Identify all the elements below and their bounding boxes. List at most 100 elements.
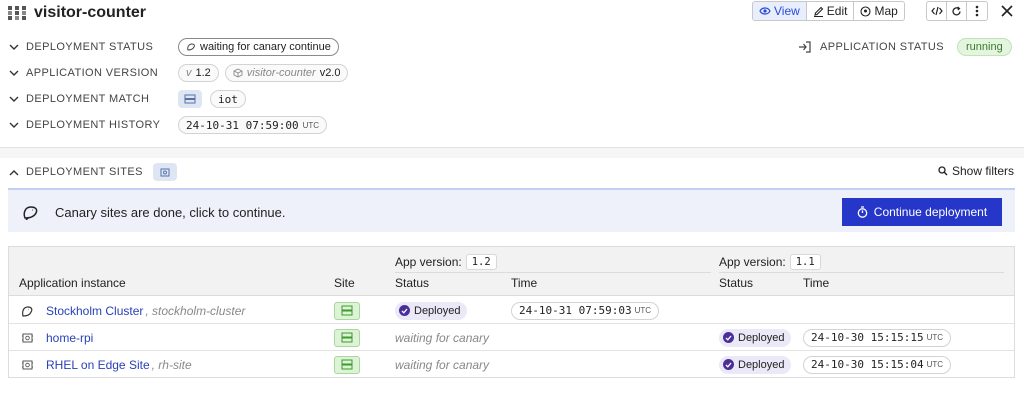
status-badge: Deployed — [395, 301, 468, 320]
server-icon[interactable] — [334, 355, 360, 374]
version-group-value: 1.1 — [789, 254, 821, 270]
canary-bird-icon — [187, 43, 195, 51]
instance-link[interactable]: home-rpi — [46, 331, 93, 345]
column-header-instance[interactable]: Application instance — [19, 276, 126, 290]
close-icon — [1001, 5, 1013, 17]
header-rule — [395, 272, 711, 273]
deployment-history-row: DEPLOYMENT HISTORY 24-10-31 07:59:00 UTC — [8, 115, 328, 135]
deployment-status-label: DEPLOYMENT STATUS — [26, 41, 154, 53]
package-icon — [233, 68, 243, 78]
column-header-status[interactable]: Status — [719, 276, 753, 290]
table-header: App version: 1.2 App version: 1.1 Applic… — [9, 247, 1014, 296]
timestamp-value: 24-10-30 15:15:15 — [811, 331, 924, 344]
application-status-label: APPLICATION STATUS — [820, 41, 944, 53]
continue-deployment-label: Continue deployment — [873, 205, 988, 219]
timestamp-tz: UTC — [926, 333, 944, 342]
column-header-site[interactable]: Site — [334, 276, 355, 290]
tab-map[interactable]: Map — [854, 2, 903, 20]
timestamp: 24-10-30 15:15:15 UTC — [803, 328, 952, 347]
tab-edit[interactable]: Edit — [807, 2, 855, 20]
instance-cell: Stockholm Cluster, stockholm-cluster — [19, 297, 245, 324]
application-status-badge: running — [957, 38, 1012, 56]
chevron-down-icon[interactable] — [8, 67, 20, 79]
header-rule — [719, 272, 1004, 273]
pencil-icon — [813, 6, 824, 17]
device-icon — [19, 358, 35, 372]
instance-link[interactable]: RHEL on Edge Site — [46, 358, 150, 372]
continue-deployment-button[interactable]: Continue deployment — [842, 198, 1002, 226]
chevron-down-icon[interactable] — [8, 41, 20, 53]
history-tz: UTC — [302, 120, 320, 130]
timestamp: 24-10-31 07:59:03 UTC — [511, 301, 660, 320]
canary-bird-icon — [19, 304, 35, 318]
section-band — [0, 148, 1024, 158]
server-icon[interactable] — [334, 328, 360, 347]
deployment-match-row: DEPLOYMENT MATCH iot — [8, 89, 246, 109]
view-mode-tabs: View Edit Map — [752, 1, 905, 21]
device-icon — [152, 163, 177, 181]
version-group-header: App version: 1.1 — [719, 254, 821, 270]
status-cell: waiting for canary — [395, 324, 489, 351]
deployment-sites-table: App version: 1.2 App version: 1.1 Applic… — [8, 246, 1015, 378]
application-status-row: APPLICATION STATUS running — [798, 37, 1012, 57]
chevron-up-icon[interactable] — [8, 166, 20, 178]
map-pin-icon — [860, 5, 872, 17]
app-logo-icon — [8, 6, 26, 20]
column-header-time[interactable]: Time — [511, 276, 537, 290]
code-icon — [930, 6, 943, 16]
deployment-status-badge: waiting for canary continue — [178, 38, 339, 56]
check-circle-icon — [399, 305, 410, 316]
close-button[interactable] — [998, 2, 1016, 20]
instance-cell: RHEL on Edge Site, rh-site — [19, 351, 192, 378]
match-tag: iot — [210, 90, 246, 108]
table-row: home-rpi waiting for canary Deployed 24-… — [9, 324, 1014, 351]
device-icon — [19, 331, 35, 345]
status-badge: Deployed — [719, 355, 792, 374]
header-actions — [926, 1, 988, 21]
version-group-value: 1.2 — [465, 254, 497, 270]
deployment-status-value: waiting for canary continue — [200, 41, 331, 53]
deployment-status-row: DEPLOYMENT STATUS waiting for canary con… — [8, 37, 339, 57]
version-group-label: App version: — [395, 255, 462, 269]
tab-view-label: View — [774, 4, 800, 18]
status-text: Deployed — [738, 331, 785, 344]
deployment-match-label: DEPLOYMENT MATCH — [26, 93, 150, 105]
deployment-sites-label: DEPLOYMENT SITES — [26, 166, 143, 178]
page-title: visitor-counter — [34, 4, 147, 21]
tab-view[interactable]: View — [753, 2, 807, 20]
more-button[interactable] — [967, 2, 987, 20]
code-button[interactable] — [927, 2, 947, 20]
table-row: RHEL on Edge Site, rh-site waiting for c… — [9, 351, 1014, 378]
chevron-down-icon[interactable] — [8, 119, 20, 131]
application-version-row: APPLICATION VERSION v 1.2 visitor-counte… — [8, 63, 349, 83]
server-icon — [178, 90, 202, 108]
tab-map-label: Map — [874, 4, 898, 18]
instance-slug: , rh-site — [151, 357, 192, 372]
time-cell: 24-10-30 15:15:04 UTC — [803, 351, 952, 378]
server-icon[interactable] — [334, 301, 360, 320]
chevron-down-icon[interactable] — [8, 93, 20, 105]
page-header: visitor-counter View Edit Map — [0, 0, 1024, 28]
instance-slug: , stockholm-cluster — [145, 303, 246, 318]
status-cell: waiting for canary — [395, 351, 489, 378]
column-header-time[interactable]: Time — [803, 276, 829, 290]
instance-link[interactable]: Stockholm Cluster — [46, 304, 143, 318]
column-header-status[interactable]: Status — [395, 276, 429, 290]
instance-cell: home-rpi — [19, 324, 93, 351]
history-time-value: 24-10-31 07:59:00 — [186, 118, 299, 132]
version-prefix: v — [186, 67, 192, 79]
sign-in-icon — [799, 41, 811, 53]
refresh-icon — [952, 6, 961, 15]
application-version-label: APPLICATION VERSION — [26, 67, 159, 79]
table-row: Stockholm Cluster, stockholm-cluster Dep… — [9, 297, 1014, 324]
app-name: visitor-counter — [246, 67, 316, 79]
refresh-button[interactable] — [947, 2, 967, 20]
version-value: 1.2 — [195, 67, 211, 79]
history-timestamp: 24-10-31 07:59:00 UTC — [178, 116, 328, 134]
check-circle-icon — [723, 359, 734, 370]
status-text: waiting for canary — [395, 330, 490, 345]
status-cell: Deployed — [719, 351, 792, 378]
app-version: v2.0 — [319, 67, 341, 79]
show-filters-button[interactable]: Show filters — [938, 164, 1014, 178]
status-cell: Deployed — [395, 297, 468, 324]
